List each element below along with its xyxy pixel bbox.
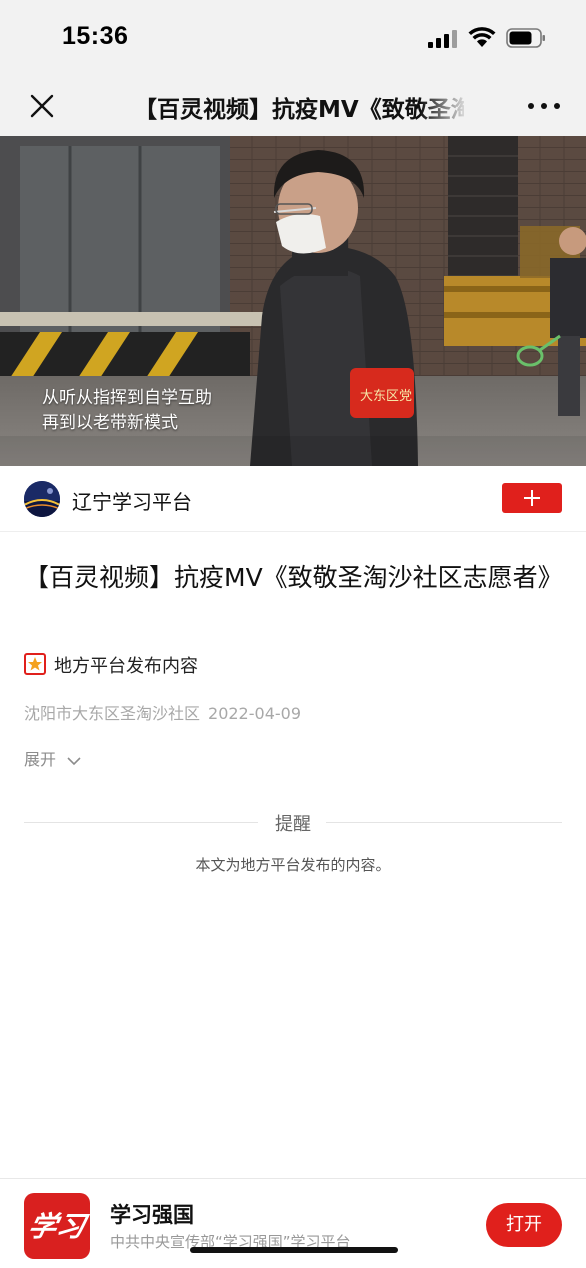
video-caption-line1: 从听从指挥到自学互助 [42,388,212,408]
home-indicator[interactable] [190,1247,398,1253]
source-label: 地方平台发布内容 [54,656,198,677]
video-caption: 从听从指挥到自学互助 再到以老带新模式 [42,386,212,436]
reminder-text: 本文为地方平台发布的内容。 [195,856,391,874]
battery-icon [506,28,545,48]
nav-title-fade [420,90,470,122]
expand-label: 展开 [24,750,57,769]
nav-title: 【百灵视频】抗疫MV《致敬圣淘沙社区志愿者》 [134,97,464,122]
app-logo-text: 学习 [25,1210,89,1243]
reminder-divider: 提醒 [24,808,562,838]
channel-row: 辽宁学习平台 [0,466,586,532]
video-caption-line2: 再到以老带新模式 [42,413,178,433]
open-app-button[interactable]: 打开 [486,1203,562,1247]
cellular-signal-icon [428,30,458,48]
expand-button[interactable]: 展开 [24,746,81,770]
app-logo[interactable]: 学习 [24,1193,90,1259]
more-options-icon[interactable] [526,90,562,122]
chevron-down-icon [67,756,81,765]
article-title: 【百灵视频】抗疫MV《致敬圣淘沙社区志愿者》 [24,563,563,592]
wifi-icon [468,27,496,47]
armband-text: 大东区党 [360,389,412,404]
meta-row: 沈阳市大东区圣淘沙社区 2022-04-09 [24,700,301,724]
channel-name[interactable]: 辽宁学习平台 [72,486,192,515]
reminder-title: 提醒 [275,814,311,835]
nav-bar: 【百灵视频】抗疫MV《致敬圣淘沙社区志愿者》 [0,76,586,136]
channel-avatar[interactable] [24,481,60,517]
app-banner: 学习 学习强国 中共中央宣传部“学习强国”学习平台 打开 [0,1178,586,1268]
follow-button[interactable] [502,483,562,513]
close-icon[interactable] [24,88,60,124]
app-name: 学习强国 [110,1203,194,1227]
channel-avatar-image [24,481,60,517]
divider-line-right [326,822,562,823]
video-player[interactable]: 大东区党 从听从指挥到自学互助 再到以老带新模式 [0,136,586,466]
meta-location: 沈阳市大东区圣淘沙社区 [24,704,201,723]
status-bar: 15:36 [0,0,586,76]
status-time: 15:36 [62,22,129,50]
meta-date: 2022-04-09 [208,704,301,723]
source-badge-icon [24,653,46,675]
